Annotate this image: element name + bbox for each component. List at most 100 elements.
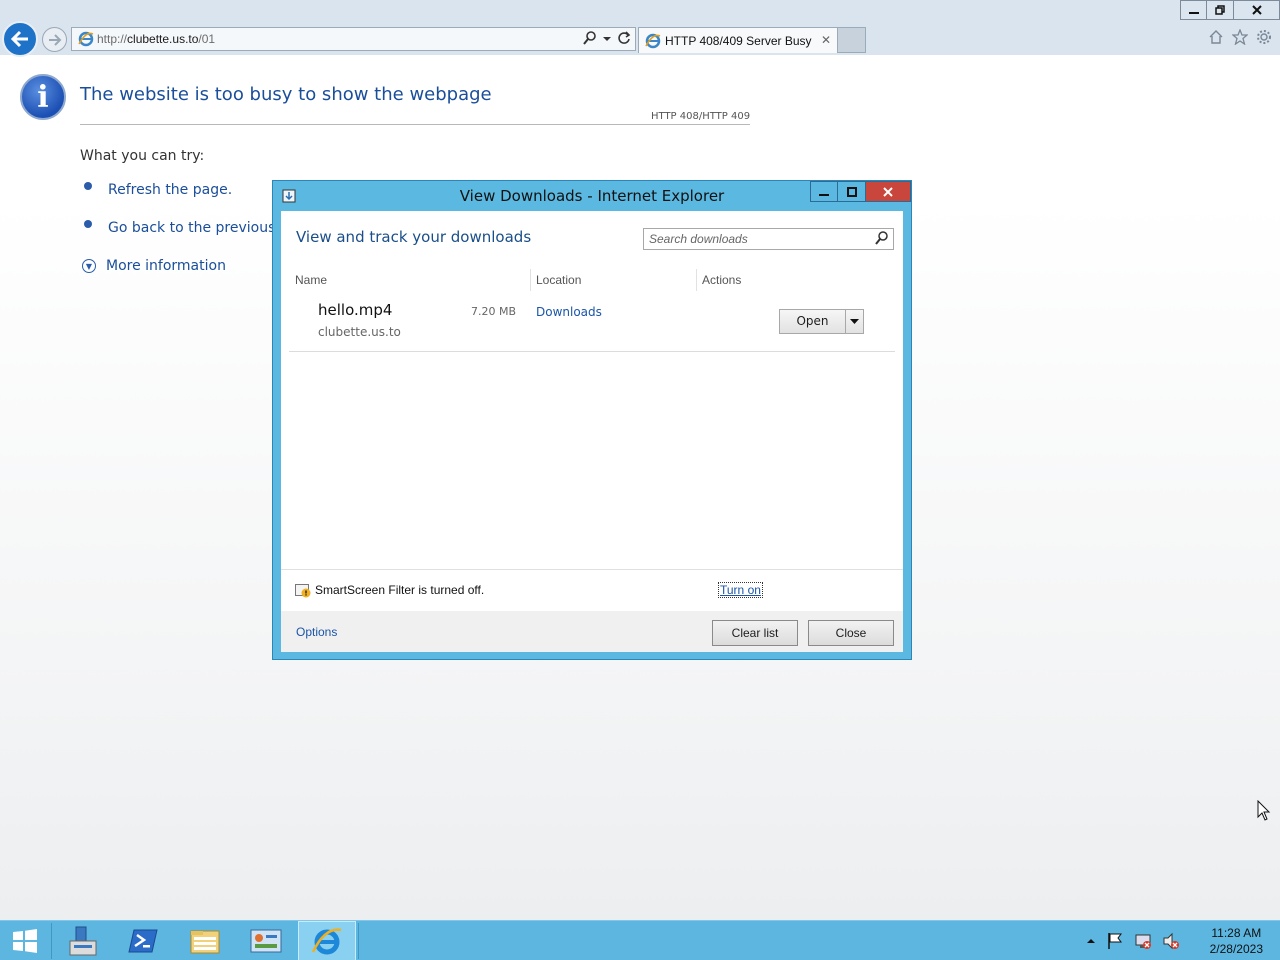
close-button[interactable]: Close bbox=[808, 620, 894, 646]
bullet-icon bbox=[84, 220, 92, 228]
dialog-footer: Options Clear list Close bbox=[281, 611, 903, 652]
go-back-link[interactable]: Go back to the previous p bbox=[84, 220, 289, 236]
close-window-button[interactable] bbox=[1234, 0, 1280, 20]
options-link[interactable]: Options bbox=[296, 625, 337, 639]
download-file-name: hello.mp4 bbox=[318, 301, 393, 319]
open-split-button: Open bbox=[779, 309, 864, 334]
close-icon bbox=[1251, 5, 1262, 15]
server-manager-button[interactable] bbox=[53, 921, 111, 960]
volume-muted-icon[interactable] bbox=[1162, 932, 1180, 950]
dialog-content: View and track your downloads Search dow… bbox=[281, 211, 903, 652]
column-divider bbox=[530, 269, 531, 291]
taskbar: 11:28 AM 2/28/2023 bbox=[0, 920, 1280, 960]
more-information-label: More information bbox=[106, 258, 226, 274]
back-button[interactable] bbox=[2, 21, 38, 57]
browser-tab[interactable]: HTTP 408/409 Server Busy ✕ bbox=[638, 27, 838, 53]
ie-favicon-icon bbox=[645, 33, 661, 48]
forward-button[interactable] bbox=[42, 27, 67, 52]
open-options-dropdown[interactable] bbox=[846, 310, 863, 333]
home-icon[interactable] bbox=[1208, 29, 1224, 45]
restore-button[interactable] bbox=[1207, 0, 1234, 20]
address-bar[interactable]: http://clubette.us.to/01 bbox=[71, 27, 636, 51]
url-host: clubette.us.to bbox=[127, 32, 199, 46]
refresh-icon[interactable] bbox=[617, 31, 631, 45]
search-placeholder: Search downloads bbox=[649, 232, 748, 246]
page-title: The website is too busy to show the webp… bbox=[80, 84, 492, 105]
download-source: clubette.us.to bbox=[318, 325, 401, 339]
view-downloads-dialog: View Downloads - Internet Explorer View … bbox=[272, 180, 912, 660]
taskbar-separator bbox=[358, 923, 359, 959]
favorites-star-icon[interactable] bbox=[1232, 29, 1248, 45]
minimize-button[interactable] bbox=[1180, 0, 1207, 20]
refresh-page-label: Refresh the page. bbox=[108, 182, 233, 198]
clock-time: 11:28 AM bbox=[1211, 926, 1262, 940]
refresh-page-link[interactable]: Refresh the page. bbox=[84, 182, 232, 198]
mouse-cursor-icon bbox=[1257, 800, 1271, 821]
system-tray bbox=[1086, 921, 1180, 960]
row-divider bbox=[289, 351, 895, 352]
back-arrow-icon bbox=[10, 30, 28, 48]
smartscreen-status-text: SmartScreen Filter is turned off. bbox=[315, 583, 485, 597]
what-you-can-try-label: What you can try: bbox=[80, 148, 205, 164]
dialog-minimize-button[interactable] bbox=[810, 181, 838, 202]
network-icon[interactable] bbox=[1134, 932, 1152, 950]
url-scheme: http:// bbox=[97, 32, 128, 46]
powershell-button[interactable] bbox=[114, 921, 172, 960]
dialog-maximize-button[interactable] bbox=[838, 181, 866, 202]
address-tools bbox=[583, 31, 631, 45]
title-divider bbox=[80, 124, 750, 125]
ie-favicon-icon bbox=[78, 31, 94, 47]
internet-explorer-icon bbox=[311, 928, 342, 955]
open-button[interactable]: Open bbox=[780, 310, 846, 333]
control-panel-icon bbox=[250, 929, 282, 953]
minimize-icon bbox=[1188, 12, 1199, 14]
clock-date: 2/28/2023 bbox=[1209, 942, 1263, 956]
download-file-size: 7.20 MB bbox=[471, 305, 517, 318]
forward-arrow-icon bbox=[48, 33, 61, 46]
search-downloads-input[interactable]: Search downloads bbox=[643, 228, 894, 250]
browser-chrome: http://clubette.us.to/01 HTTP 408/409 Se… bbox=[0, 0, 1280, 57]
window-controls bbox=[1180, 0, 1280, 20]
browser-toolbar-icons bbox=[1208, 29, 1272, 45]
more-information-toggle[interactable]: ▼ More information bbox=[82, 258, 226, 274]
start-button[interactable] bbox=[0, 921, 50, 960]
column-header-actions[interactable]: Actions bbox=[702, 273, 741, 287]
windows-logo-icon bbox=[13, 929, 37, 953]
restore-icon bbox=[1215, 5, 1225, 15]
chevron-down-icon: ▼ bbox=[82, 259, 96, 273]
smartscreen-warning-icon bbox=[295, 584, 311, 598]
file-explorer-button[interactable] bbox=[176, 921, 234, 960]
column-header-name[interactable]: Name bbox=[295, 273, 327, 287]
tab-title: HTTP 408/409 Server Busy bbox=[665, 33, 812, 48]
info-icon: i bbox=[20, 74, 66, 120]
minimize-icon bbox=[819, 193, 829, 196]
go-back-label: Go back to the previous p bbox=[108, 220, 289, 236]
search-icon[interactable] bbox=[583, 31, 597, 45]
bullet-icon bbox=[84, 182, 92, 190]
search-icon[interactable] bbox=[875, 231, 889, 245]
dialog-window-controls bbox=[810, 181, 911, 202]
tab-close-icon[interactable]: ✕ bbox=[821, 33, 831, 47]
dropdown-arrow-icon[interactable] bbox=[603, 31, 611, 45]
new-tab-button[interactable] bbox=[838, 27, 866, 53]
maximize-icon bbox=[846, 186, 857, 197]
chevron-down-icon bbox=[850, 318, 859, 324]
download-location-link[interactable]: Downloads bbox=[536, 305, 602, 319]
smartscreen-bar: SmartScreen Filter is turned off. Turn o… bbox=[281, 569, 903, 611]
control-panel-button[interactable] bbox=[237, 921, 295, 960]
show-hidden-icons-icon[interactable] bbox=[1086, 936, 1096, 946]
system-clock[interactable]: 11:28 AM 2/28/2023 bbox=[1210, 925, 1263, 957]
folder-icon bbox=[190, 930, 220, 954]
column-divider bbox=[696, 269, 697, 291]
clear-list-button[interactable]: Clear list bbox=[712, 620, 798, 646]
downloads-heading: View and track your downloads bbox=[296, 228, 532, 246]
turn-on-smartscreen-link[interactable]: Turn on bbox=[718, 582, 763, 598]
error-code: HTTP 408/HTTP 409 bbox=[651, 111, 751, 122]
action-center-flag-icon[interactable] bbox=[1106, 932, 1124, 950]
powershell-icon bbox=[128, 929, 158, 953]
internet-explorer-button[interactable] bbox=[298, 921, 356, 960]
taskbar-separator bbox=[51, 923, 52, 959]
gear-icon[interactable] bbox=[1256, 29, 1272, 45]
dialog-close-button[interactable] bbox=[866, 181, 911, 202]
column-header-location[interactable]: Location bbox=[536, 273, 581, 287]
